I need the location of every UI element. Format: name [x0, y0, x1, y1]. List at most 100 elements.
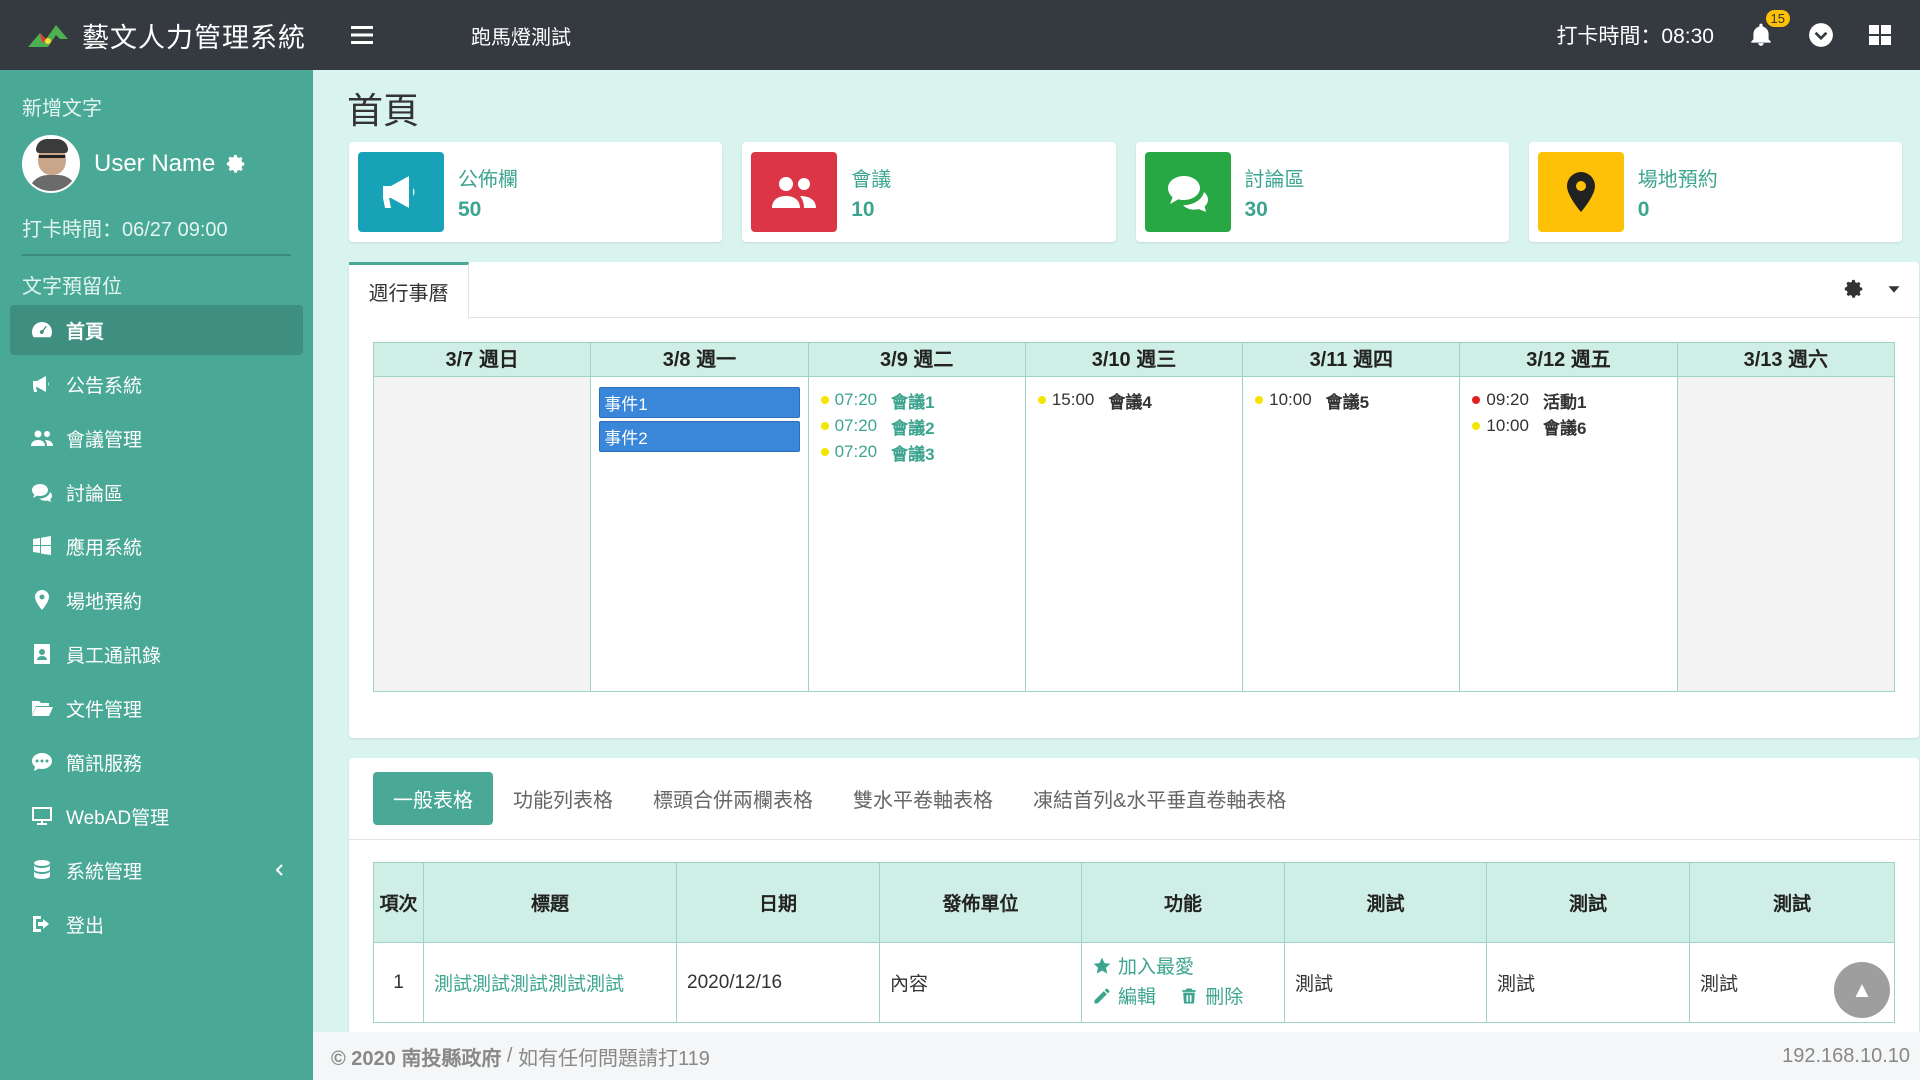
footer: © 2020 南投縣政府 / 如有任何問題請打119 192.168.10.10 — [313, 1032, 1920, 1080]
notification-button[interactable]: 15 — [1748, 10, 1790, 48]
edit-label: 編輯 — [1118, 986, 1157, 1008]
day-cell[interactable] — [374, 377, 591, 691]
chevron-left-icon[interactable] — [273, 863, 287, 877]
sidebar-item-meeting[interactable]: 會議管理 — [10, 413, 303, 463]
tab-weekly-calendar[interactable]: 週行事曆 — [349, 262, 469, 318]
sidebar-item-forum[interactable]: 討論區 — [10, 467, 303, 517]
map-pin-icon — [1566, 172, 1595, 212]
calendar-event[interactable]: 07:20 會議3 — [817, 439, 1017, 465]
calendar-event[interactable]: 09:20 活動1 — [1468, 387, 1668, 413]
caret-down-icon[interactable] — [1883, 278, 1905, 300]
sidebar-item-logout[interactable]: 登出 — [10, 899, 303, 949]
delete-button[interactable]: 刪除 — [1179, 987, 1243, 1008]
day-cell[interactable]: 10:00 會議5 — [1243, 377, 1459, 691]
hamburger-menu-icon[interactable] — [351, 25, 375, 45]
day-column: 3/8 週一 事件1 事件2 — [591, 343, 809, 691]
data-table: 項次 標題 日期 發佈單位 功能 測試 測試 測試 1 測試測試測試測試測試 2… — [373, 862, 1895, 1023]
sidebar-item-home[interactable]: 首頁 — [10, 305, 303, 355]
day-cell[interactable]: 事件1 事件2 — [591, 377, 807, 691]
card-forum[interactable]: 討論區 30 — [1135, 142, 1509, 242]
tab-general-table[interactable]: 一般表格 — [373, 772, 493, 825]
calendar-event[interactable]: 10:00 會議5 — [1251, 387, 1451, 413]
cell-title-link[interactable]: 測試測試測試測試測試 — [423, 942, 677, 1023]
sidebar-item-label: 會議管理 — [66, 429, 143, 451]
notification-badge: 15 — [1765, 10, 1790, 27]
column-header[interactable]: 測試 — [1689, 862, 1895, 943]
users-icon — [31, 430, 53, 446]
day-header: 3/12 週五 — [1460, 343, 1677, 377]
column-header[interactable]: 測試 — [1486, 862, 1690, 943]
chevron-circle-down-icon[interactable] — [1808, 22, 1834, 48]
event-title: 活動1 — [1542, 392, 1587, 412]
sidebar-item-venue[interactable]: 場地預約 — [10, 575, 303, 625]
sign-out-icon — [33, 916, 49, 932]
column-header[interactable]: 測試 — [1284, 862, 1487, 943]
column-header[interactable]: 項次 — [373, 862, 424, 943]
sidebar-item-announcement[interactable]: 公告系統 — [10, 359, 303, 409]
card-icon-box — [1537, 152, 1624, 232]
footer-note: 如有任何問題請打119 — [518, 1047, 710, 1070]
card-announcement[interactable]: 公佈欄 50 — [349, 142, 723, 242]
add-favorite-button[interactable]: 加入最愛 — [1092, 957, 1194, 978]
day-cell[interactable]: 15:00 會議4 — [1026, 377, 1242, 691]
gear-icon[interactable] — [1843, 278, 1865, 300]
edit-button[interactable]: 編輯 — [1092, 987, 1161, 1008]
day-cell[interactable]: 07:20 會議1 07:20 會議2 07:20 會議3 — [809, 377, 1025, 691]
back-to-top-button[interactable]: ▲ — [1834, 962, 1890, 1018]
tab-double-scroll-table[interactable]: 雙水平卷軸表格 — [853, 784, 993, 813]
column-header[interactable]: 功能 — [1081, 862, 1285, 943]
tab-frozen-table[interactable]: 凍結首列&水平垂直卷軸表格 — [1033, 784, 1286, 813]
card-icon-box — [358, 152, 444, 232]
user-name: User Name — [94, 150, 216, 177]
cell-unit: 內容 — [879, 942, 1082, 1023]
avatar[interactable] — [22, 135, 80, 193]
card-label: 討論區 — [1244, 168, 1305, 191]
event-title: 會議4 — [1108, 392, 1152, 412]
card-icon-box — [751, 152, 838, 232]
card-meeting[interactable]: 會議 10 — [742, 142, 1116, 242]
marquee-text: 跑馬燈測試 — [471, 26, 571, 49]
tab-merged-header-table[interactable]: 標頭合併兩欄表格 — [653, 784, 813, 813]
sidebar-item-label: WebAD管理 — [66, 807, 170, 829]
event-time: 07:20 — [834, 416, 878, 435]
card-venue[interactable]: 場地預約 0 — [1528, 142, 1902, 242]
tab-function-table[interactable]: 功能列表格 — [513, 784, 613, 813]
sidebar-item-sms[interactable]: 簡訊服務 — [10, 737, 303, 787]
card-value: 10 — [851, 197, 875, 221]
calendar-event[interactable]: 事件1 — [599, 387, 800, 418]
event-time: 10:00 — [1486, 416, 1529, 435]
table-row: 1 測試測試測試測試測試 2020/12/16 內容 加入最愛 編輯 刪除 測試… — [373, 942, 1895, 1023]
sidebar-item-apps[interactable]: 應用系統 — [10, 521, 303, 571]
column-header[interactable]: 標題 — [423, 862, 677, 943]
footer-copyright: © 2020 南投縣政府 — [331, 1047, 502, 1070]
day-cell[interactable] — [1677, 377, 1894, 691]
event-title: 會議3 — [891, 444, 935, 464]
cell-test: 測試 — [1284, 942, 1487, 1023]
column-header[interactable]: 日期 — [676, 862, 880, 943]
card-label: 場地預約 — [1637, 168, 1718, 191]
app-name: 藝文人力管理系統 — [82, 22, 306, 53]
clock-in-time: 打卡時間：08:30 — [1556, 25, 1714, 48]
calendar-event[interactable]: 07:20 會議1 — [817, 387, 1017, 413]
day-cell[interactable]: 09:20 活動1 10:00 會議6 — [1460, 377, 1676, 691]
card-value: 50 — [458, 197, 482, 221]
event-time: 07:20 — [834, 390, 878, 409]
sidebar-item-label: 系統管理 — [66, 861, 143, 883]
pencil-icon — [1094, 988, 1110, 1003]
sidebar-item-documents[interactable]: 文件管理 — [10, 683, 303, 733]
sidebar-item-directory[interactable]: 員工通訊錄 — [10, 629, 303, 679]
sidebar-item-system[interactable]: 系統管理 — [10, 845, 303, 895]
brand[interactable]: 藝文人力管理系統 — [0, 0, 313, 70]
star-icon — [1093, 957, 1111, 974]
gear-icon[interactable] — [225, 153, 247, 175]
calendar-event[interactable]: 15:00 會議4 — [1034, 387, 1234, 413]
sidebar-item-webad[interactable]: WebAD管理 — [10, 791, 303, 841]
calendar-event[interactable]: 07:20 會議2 — [817, 413, 1017, 439]
grid-apps-icon[interactable] — [1868, 23, 1892, 47]
card-icon-box — [1144, 152, 1231, 232]
column-header[interactable]: 發佈單位 — [879, 862, 1082, 943]
calendar-event[interactable]: 事件2 — [599, 421, 800, 452]
calendar-event[interactable]: 10:00 會議6 — [1468, 413, 1668, 439]
table-header-row: 項次 標題 日期 發佈單位 功能 測試 測試 測試 — [373, 862, 1895, 943]
sidebar-item-label: 文件管理 — [66, 699, 143, 721]
